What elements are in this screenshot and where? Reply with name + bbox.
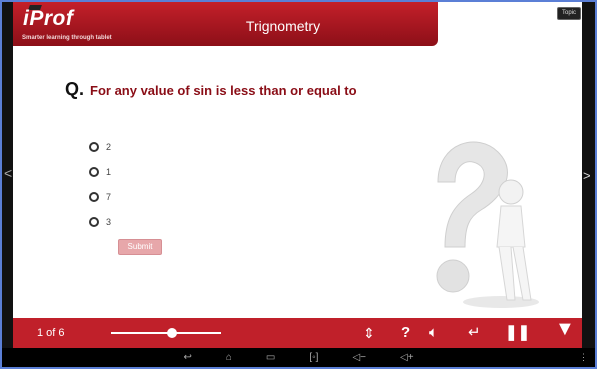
expand-collapse-icon[interactable]: ⇕ [363,324,375,342]
header: iProf Smarter learning through tablet Tr… [13,2,438,46]
option-3[interactable]: 7 [89,184,111,209]
radio-button[interactable] [89,141,99,152]
volume-down-icon[interactable]: ◁− [352,352,366,363]
android-nav-bar: ↩ ⌂ ▭ [◦] ◁− ◁+ [2,348,595,367]
radio-button[interactable] [89,166,99,177]
slider-knob[interactable] [166,328,177,338]
pause-icon[interactable]: ❚❚ [505,324,530,342]
option-4[interactable]: 3 [89,209,111,234]
volume-icon[interactable]: 🔈︎ [429,324,438,342]
home-icon[interactable]: ⌂ [226,352,232,363]
radio-button[interactable] [89,191,99,202]
chevron-down-icon[interactable]: ▼ [555,319,575,339]
lesson-screen: iProf Smarter learning through tablet Tr… [13,2,582,318]
option-label: 2 [106,141,112,152]
menu-icon[interactable]: ⋮ [579,352,588,363]
right-chevron-icon[interactable]: > [583,168,591,183]
page-title: Trignometry [245,18,321,34]
question: Q. For any value of sin is less than or … [65,79,357,100]
radio-button[interactable] [89,216,99,227]
left-chevron-icon[interactable]: < [4,165,12,181]
volume-up-icon[interactable]: ◁+ [400,352,414,363]
help-icon[interactable]: ? [401,324,410,342]
player-toolbar: 1 of 6 ⇕ ? 🔈︎ ↵ ❚❚ ▼ [13,318,582,348]
exit-icon[interactable]: ↵ [468,324,481,342]
question-text: For any value of sin is less than or equ… [90,83,357,98]
progress-fill [111,332,172,334]
option-2[interactable]: 1 [89,159,111,184]
option-label: 7 [106,191,112,202]
recent-apps-icon[interactable]: ▭ [266,352,275,363]
option-label: 1 [106,166,112,177]
topic-button[interactable]: Topic [557,7,581,20]
submit-button[interactable]: Submit [118,239,162,255]
question-prefix: Q. [65,79,85,99]
option-1[interactable]: 2 [89,134,111,159]
screenshot-icon[interactable]: [◦] [309,352,318,363]
brand-tagline: Smarter learning through tablet [22,35,112,41]
answer-options: 2 1 7 3 [89,134,111,234]
option-label: 3 [106,216,112,227]
back-icon[interactable]: ↩ [183,352,191,363]
page-counter: 1 of 6 [37,327,65,339]
question-mark-illustration [436,141,539,308]
